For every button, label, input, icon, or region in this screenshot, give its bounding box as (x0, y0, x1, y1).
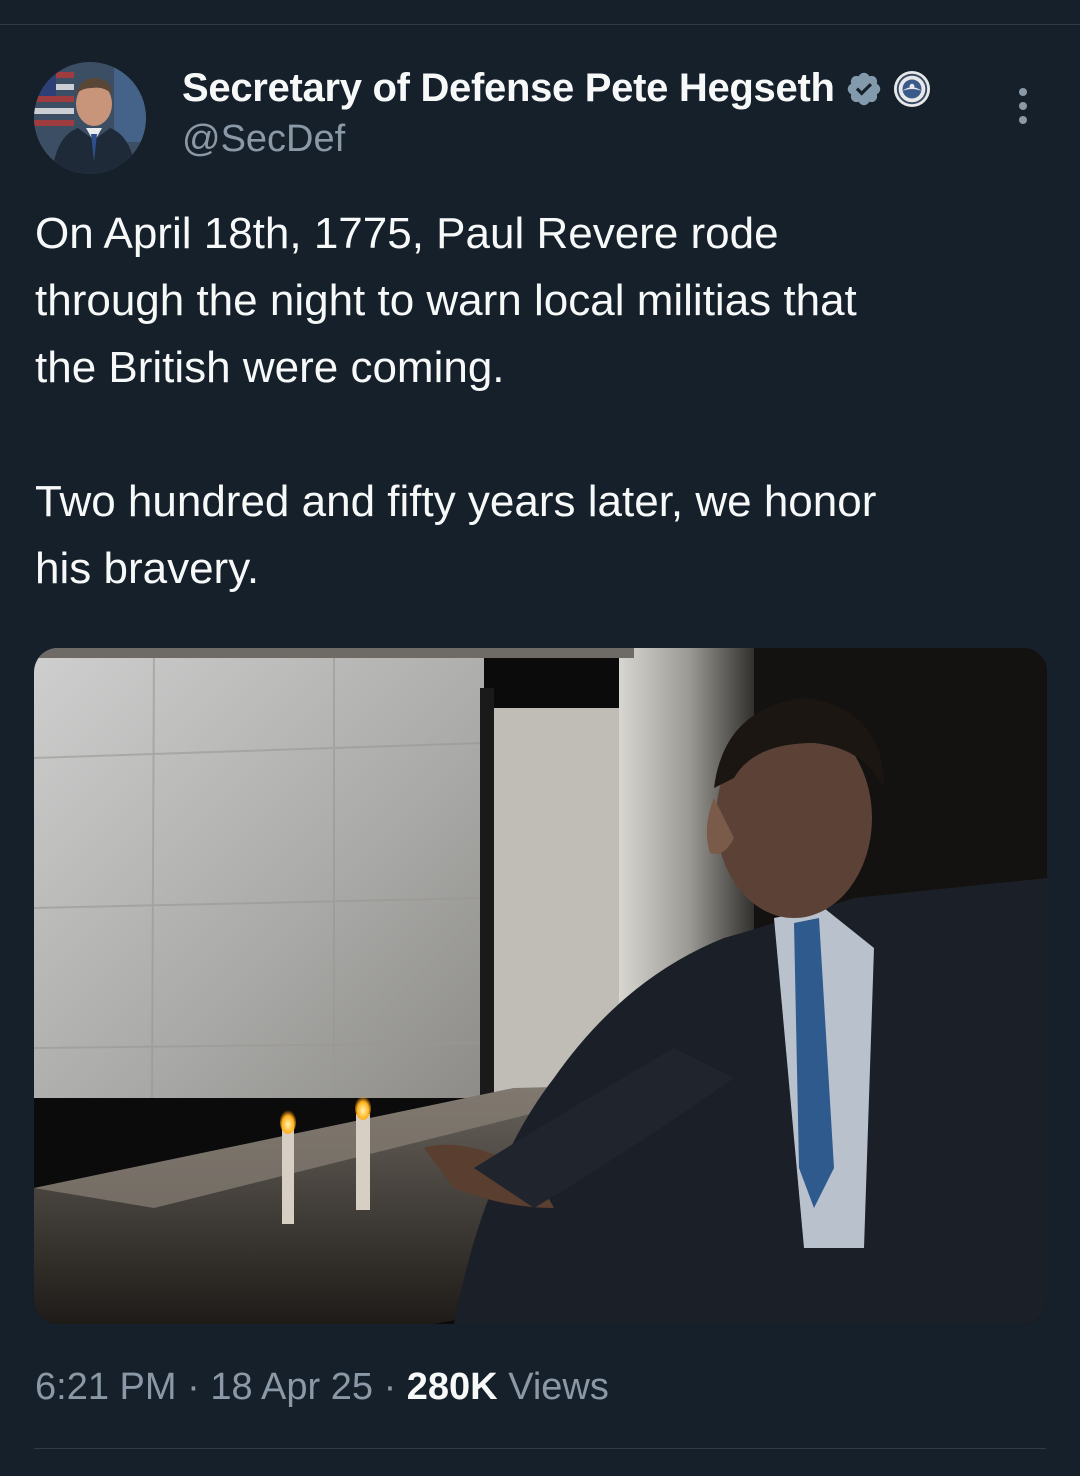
author-handle[interactable]: @SecDef (182, 118, 345, 161)
views-label: Views (508, 1366, 609, 1408)
meta-separator: · (383, 1366, 397, 1408)
department-of-defense-seal-icon[interactable] (893, 70, 931, 108)
display-name[interactable]: Secretary of Defense Pete Hegseth (182, 66, 835, 111)
more-vertical-icon[interactable] (1008, 84, 1038, 128)
author-name-row: Secretary of Defense Pete Hegseth (182, 66, 931, 111)
tweet-date[interactable]: 18 Apr 25 (210, 1366, 373, 1408)
tweet-media-photo[interactable] (34, 648, 1047, 1324)
bottom-divider (34, 1448, 1046, 1449)
tweet-time[interactable]: 6:21 PM (35, 1366, 177, 1408)
top-divider (0, 24, 1080, 25)
verified-badge-icon[interactable] (845, 70, 883, 108)
views-count[interactable]: 280K (407, 1366, 498, 1408)
avatar[interactable] (34, 62, 146, 174)
meta-separator: · (187, 1366, 200, 1408)
tweet-text: On April 18th, 1775, Paul Revere rode th… (35, 209, 877, 593)
avatar-photo (34, 62, 146, 174)
tweet-meta: 6:21 PM · 18 Apr 25 · 280K Views (35, 1366, 609, 1409)
photo-man-at-window-with-candles (34, 648, 1047, 1324)
